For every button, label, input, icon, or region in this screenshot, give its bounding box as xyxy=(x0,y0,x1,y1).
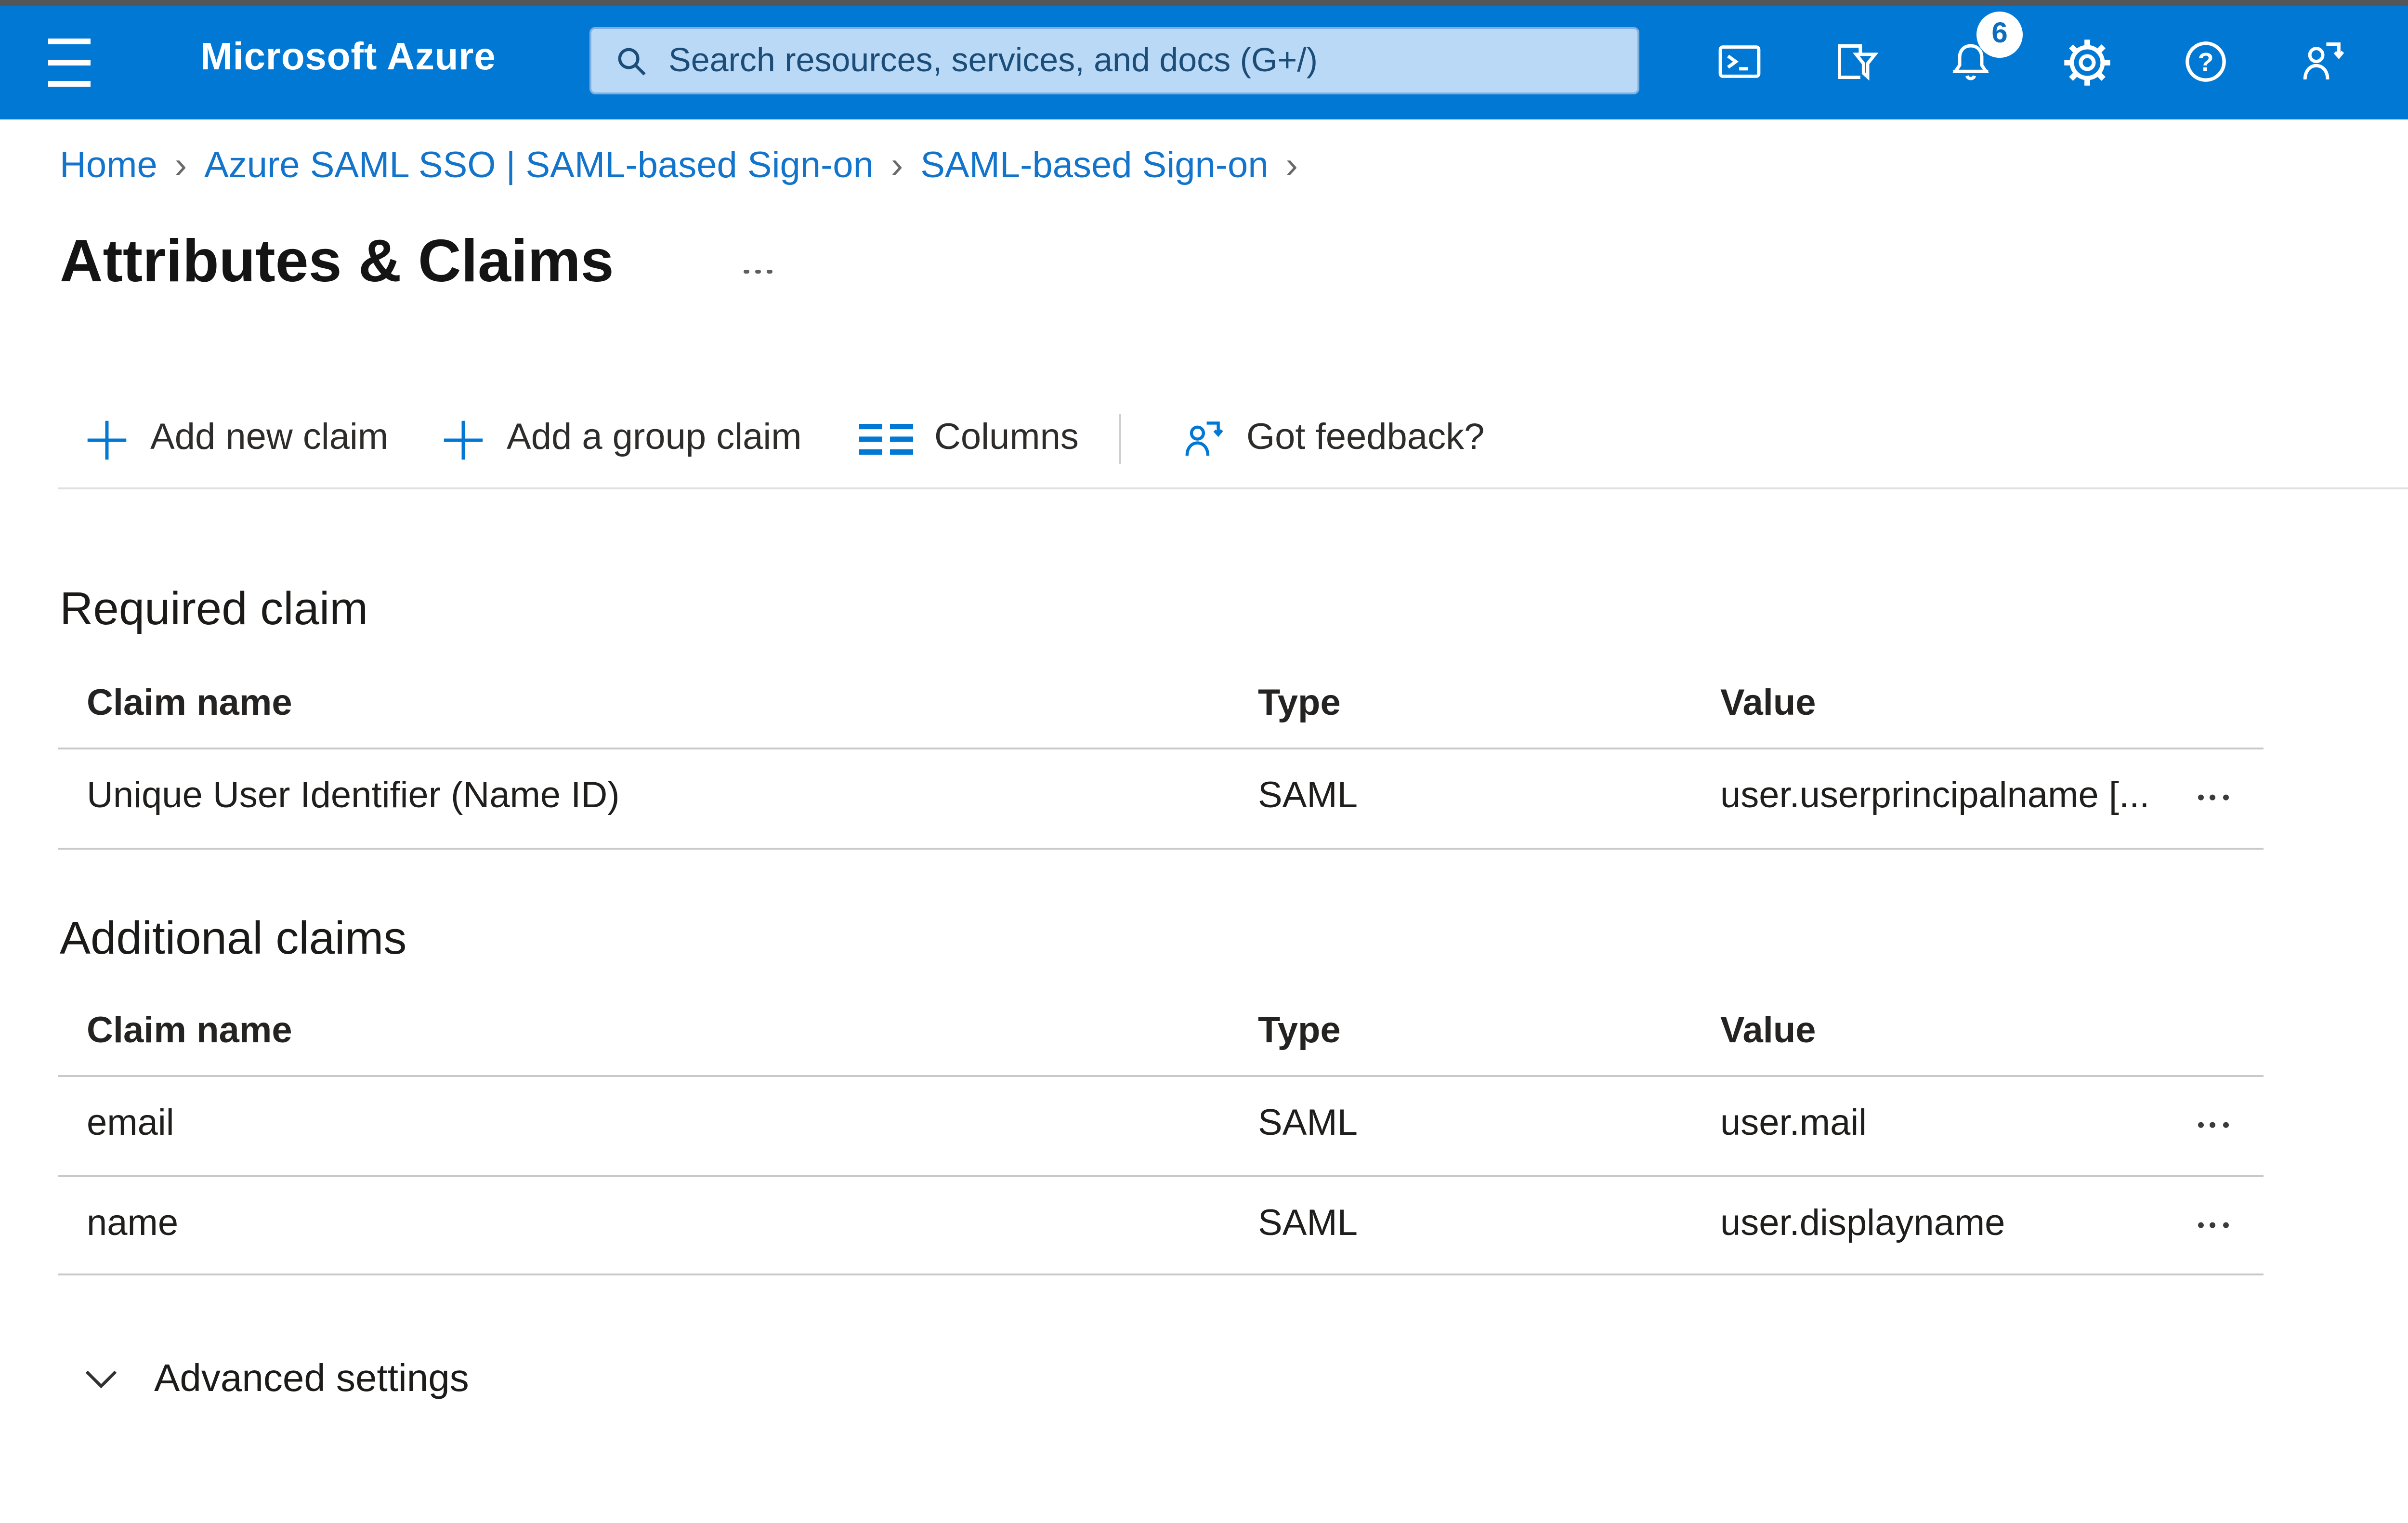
directory-filter-icon[interactable] xyxy=(1828,35,1882,89)
command-bar: Add new claim Add a group claim Columns xyxy=(0,405,2408,474)
plus-icon xyxy=(444,420,483,459)
help-icon[interactable]: ? xyxy=(2179,35,2233,89)
cell-value: user.userprincipalname [... xyxy=(1720,777,2150,817)
window-top-strip xyxy=(0,0,2408,6)
columns-icon xyxy=(859,424,913,455)
notifications-bell-icon[interactable]: 6 xyxy=(1944,12,2023,89)
cell-value: user.mail xyxy=(1720,1104,1867,1145)
column-header-claim-name: Claim name xyxy=(87,1011,292,1052)
svg-text:?: ? xyxy=(2198,48,2213,77)
chevron-down-icon xyxy=(85,1370,117,1389)
page-title: Attributes & Claims xyxy=(60,227,614,295)
column-header-value: Value xyxy=(1720,1011,1816,1052)
azure-top-bar: Microsoft Azure Search resources, servic… xyxy=(0,6,2408,119)
breadcrumb-saml-sso[interactable]: Azure SAML SSO | SAML-based Sign-on xyxy=(204,146,874,189)
add-new-claim-label: Add new claim xyxy=(150,418,389,459)
column-header-claim-name: Claim name xyxy=(87,684,292,724)
cell-type: SAML xyxy=(1258,777,1358,817)
table-row[interactable]: name SAML user.displayname xyxy=(58,1176,2264,1275)
additional-claims-table: Claim name Type Value email SAML user.ma… xyxy=(58,990,2264,1275)
cell-type: SAML xyxy=(1258,1204,1358,1244)
advanced-settings-toggle[interactable]: Advanced settings xyxy=(85,1352,469,1406)
cloud-shell-icon[interactable] xyxy=(1713,35,1767,89)
got-feedback-label: Got feedback? xyxy=(1246,418,1485,459)
row-menu-icon[interactable] xyxy=(2190,1111,2237,1141)
plus-icon xyxy=(87,420,127,459)
required-claim-table: Claim name Type Value Unique User Identi… xyxy=(58,663,2264,849)
notification-badge: 6 xyxy=(1976,12,2023,58)
add-group-claim-label: Add a group claim xyxy=(507,418,802,459)
breadcrumb: Home › Azure SAML SSO | SAML-based Sign-… xyxy=(60,146,1298,189)
additional-claims-heading: Additional claims xyxy=(60,913,407,965)
search-icon xyxy=(618,47,646,75)
brand-title: Microsoft Azure xyxy=(200,37,496,79)
cell-claim-name: name xyxy=(87,1204,179,1244)
cell-claim-name: Unique User Identifier (Name ID) xyxy=(87,777,620,817)
table-header-row: Claim name Type Value xyxy=(58,663,2264,749)
advanced-settings-label: Advanced settings xyxy=(154,1357,469,1400)
row-menu-icon[interactable] xyxy=(2190,1210,2237,1240)
table-header-row: Claim name Type Value xyxy=(58,990,2264,1077)
toolbar-divider xyxy=(58,487,2408,490)
required-claim-heading: Required claim xyxy=(60,584,368,636)
add-new-claim-button[interactable]: Add new claim xyxy=(85,405,388,474)
got-feedback-button[interactable]: Got feedback? xyxy=(1179,405,1484,474)
settings-gear-icon[interactable] xyxy=(2059,35,2113,89)
global-search[interactable] xyxy=(589,27,1639,94)
breadcrumb-home[interactable]: Home xyxy=(60,146,157,189)
cell-type: SAML xyxy=(1258,1104,1358,1145)
columns-label: Columns xyxy=(934,418,1079,459)
breadcrumb-saml-signon[interactable]: SAML-based Sign-on xyxy=(920,146,1268,189)
cell-value: user.displayname xyxy=(1720,1204,2005,1244)
column-header-value: Value xyxy=(1720,684,1816,724)
azure-portal-window: Microsoft Azure Search resources, servic… xyxy=(0,0,2408,1523)
cell-claim-name: email xyxy=(87,1104,174,1145)
feedback-icon xyxy=(1185,421,1223,456)
title-context-menu-icon[interactable] xyxy=(744,258,794,285)
columns-button[interactable]: Columns xyxy=(859,405,1079,474)
add-group-claim-button[interactable]: Add a group claim xyxy=(441,405,802,474)
hamburger-icon[interactable] xyxy=(48,39,91,87)
breadcrumb-separator: › xyxy=(890,146,903,187)
breadcrumb-separator: › xyxy=(174,146,187,187)
row-menu-icon[interactable] xyxy=(2190,784,2237,813)
feedback-icon[interactable] xyxy=(2294,35,2348,89)
table-row[interactable]: email SAML user.mail xyxy=(58,1077,2264,1176)
column-header-type: Type xyxy=(1258,684,1341,724)
search-input[interactable] xyxy=(668,40,1614,81)
table-row[interactable]: Unique User Identifier (Name ID) SAML us… xyxy=(58,749,2264,849)
breadcrumb-separator: › xyxy=(1285,146,1298,187)
column-header-type: Type xyxy=(1258,1011,1341,1052)
toolbar-separator xyxy=(1119,414,1121,464)
